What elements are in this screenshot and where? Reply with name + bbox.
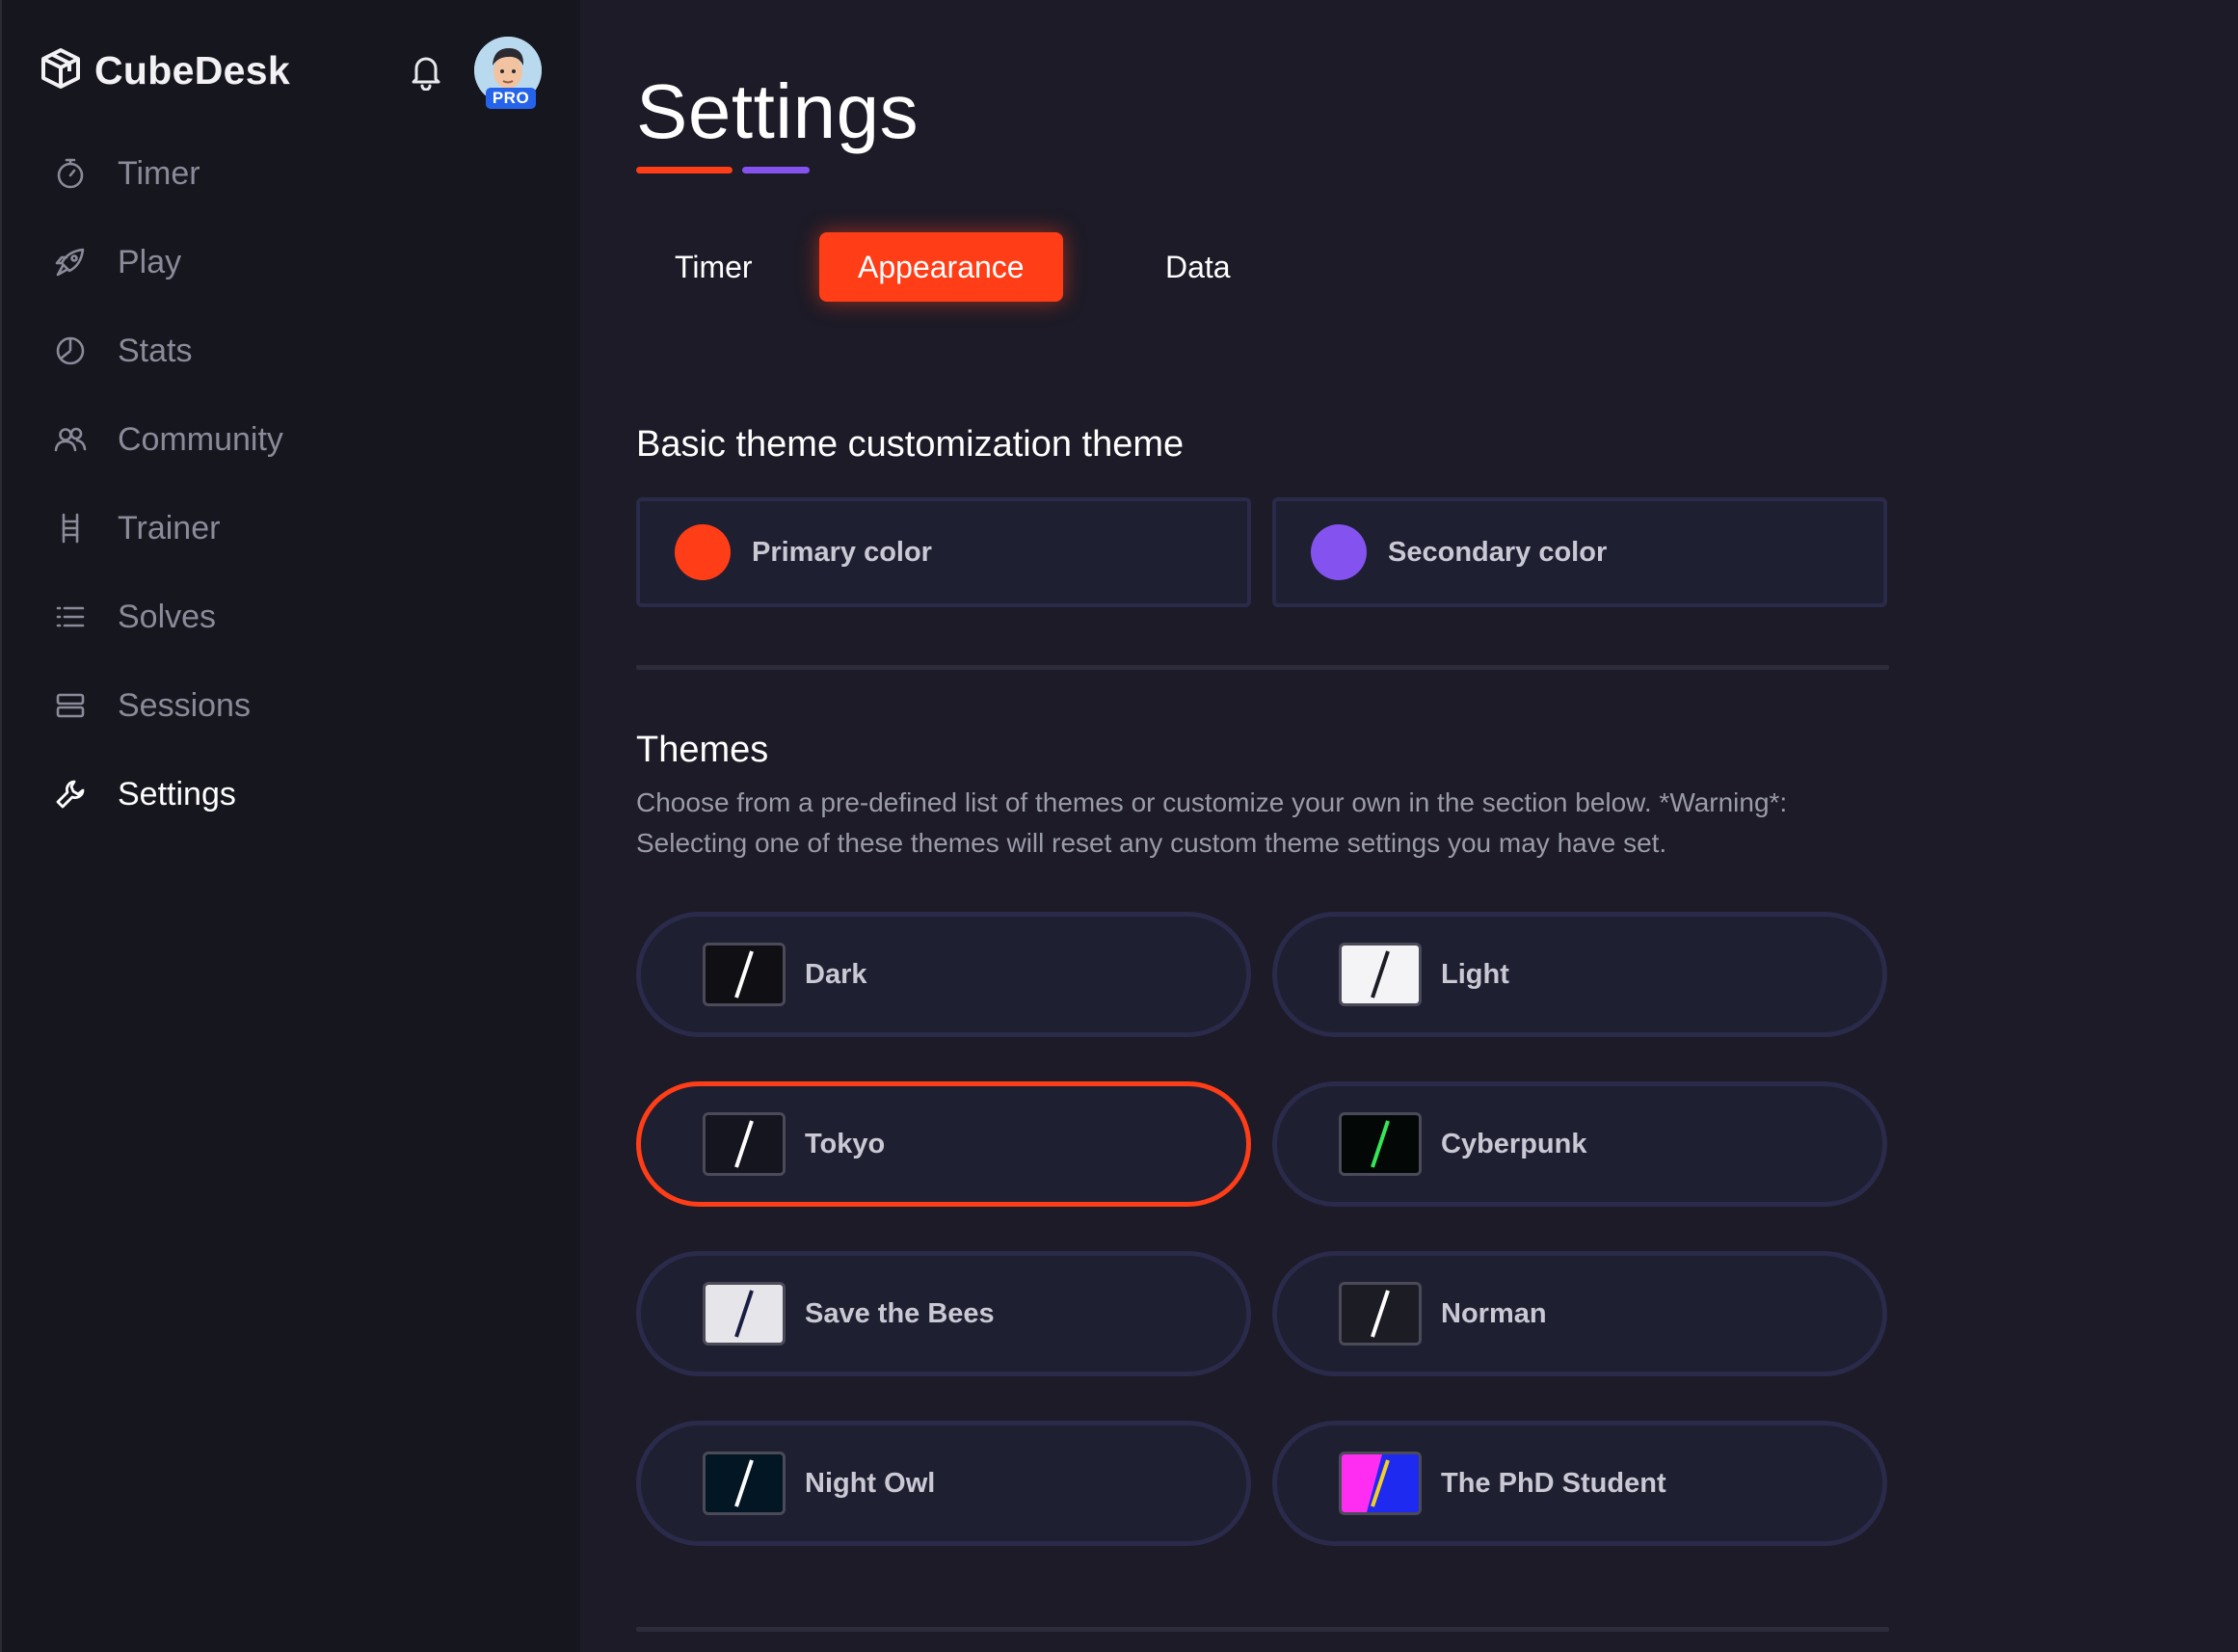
primary-color-picker[interactable]: Primary color: [636, 497, 1251, 607]
tab-appearance[interactable]: Appearance: [819, 232, 1063, 302]
primary-color-label: Primary color: [752, 536, 932, 568]
sidebar-item-label: Stats: [118, 332, 193, 369]
theme-label: Norman: [1441, 1297, 1547, 1329]
tab-data[interactable]: Data: [1127, 232, 1269, 302]
title-underline-secondary: [742, 167, 810, 173]
theme-option-cyberpunk[interactable]: Cyberpunk: [1272, 1081, 1887, 1207]
wrench-icon: [52, 776, 89, 813]
basic-theme-title: Basic theme customization theme: [636, 424, 1185, 465]
sidebar-item-label: Play: [118, 243, 182, 280]
theme-option-tokyo[interactable]: Tokyo: [636, 1081, 1251, 1207]
sidebar-item-sessions[interactable]: Sessions: [52, 677, 534, 734]
title-underline-primary: [636, 167, 733, 173]
users-icon: [52, 421, 89, 458]
theme-label: Light: [1441, 958, 1509, 990]
cube-logo-icon: [39, 46, 83, 95]
theme-label: Night Owl: [805, 1467, 936, 1499]
sidebar-item-label: Solves: [118, 598, 217, 635]
pie-chart-icon: [52, 333, 89, 369]
theme-label: Dark: [805, 958, 867, 990]
theme-option-save-the-bees[interactable]: Save the Bees: [636, 1251, 1251, 1376]
sidebar-item-community[interactable]: Community: [52, 411, 534, 468]
sidebar-item-play[interactable]: Play: [52, 233, 534, 291]
theme-label: Tokyo: [805, 1128, 886, 1159]
theme-option-norman[interactable]: Norman: [1272, 1251, 1887, 1376]
theme-label: Save the Bees: [805, 1297, 995, 1329]
theme-option-phd-student[interactable]: The PhD Student: [1272, 1421, 1887, 1546]
sidebar-item-solves[interactable]: Solves: [52, 588, 534, 646]
theme-option-dark[interactable]: Dark: [636, 912, 1251, 1037]
brand-name: CubeDesk: [94, 47, 290, 93]
sidebar-item-label: Trainer: [118, 509, 221, 546]
sidebar-item-stats[interactable]: Stats: [52, 322, 534, 380]
sidebar-item-label: Settings: [118, 775, 236, 813]
section-divider: [636, 1627, 1889, 1632]
secondary-color-label: Secondary color: [1388, 536, 1608, 568]
theme-label: Cyberpunk: [1441, 1128, 1587, 1159]
pro-badge: PRO: [486, 88, 536, 109]
stack-icon: [52, 687, 89, 724]
sidebar-item-trainer[interactable]: Trainer: [52, 499, 534, 557]
theme-preview-swatch: [1339, 943, 1422, 1006]
themes-description: Choose from a pre-defined list of themes…: [636, 787, 1788, 858]
list-icon: [52, 599, 89, 635]
brand[interactable]: CubeDesk: [39, 42, 290, 98]
theme-preview-swatch: [703, 1282, 786, 1346]
theme-label: The PhD Student: [1441, 1467, 1666, 1499]
app-root: CubeDesk PRO Timer Play Stats Community …: [0, 0, 2238, 1652]
theme-preview-swatch: [1339, 1112, 1422, 1176]
sidebar-item-label: Sessions: [118, 686, 251, 724]
ladder-icon: [52, 510, 89, 546]
tab-timer[interactable]: Timer: [636, 232, 791, 302]
primary-color-swatch: [675, 524, 731, 580]
sidebar-item-settings[interactable]: Settings: [52, 765, 534, 823]
notifications-bell-icon[interactable]: [409, 52, 443, 92]
theme-preview-swatch: [703, 1112, 786, 1176]
theme-preview-swatch: [703, 943, 786, 1006]
section-divider: [636, 665, 1889, 670]
theme-preview-swatch: [1339, 1282, 1422, 1346]
secondary-color-swatch: [1311, 524, 1367, 580]
themes-title: Themes: [636, 730, 769, 770]
sidebar-item-timer[interactable]: Timer: [52, 145, 534, 202]
sidebar-item-label: Community: [118, 420, 283, 458]
page-title: Settings: [636, 68, 919, 154]
sidebar: CubeDesk PRO Timer Play Stats Community …: [0, 0, 580, 1652]
secondary-color-picker[interactable]: Secondary color: [1272, 497, 1887, 607]
sidebar-item-label: Timer: [118, 154, 200, 192]
theme-preview-swatch: [703, 1452, 786, 1515]
theme-option-light[interactable]: Light: [1272, 912, 1887, 1037]
stopwatch-icon: [52, 155, 89, 192]
theme-option-night-owl[interactable]: Night Owl: [636, 1421, 1251, 1546]
rocket-icon: [52, 244, 89, 280]
theme-preview-swatch: [1339, 1452, 1422, 1515]
user-avatar[interactable]: PRO: [474, 37, 542, 109]
